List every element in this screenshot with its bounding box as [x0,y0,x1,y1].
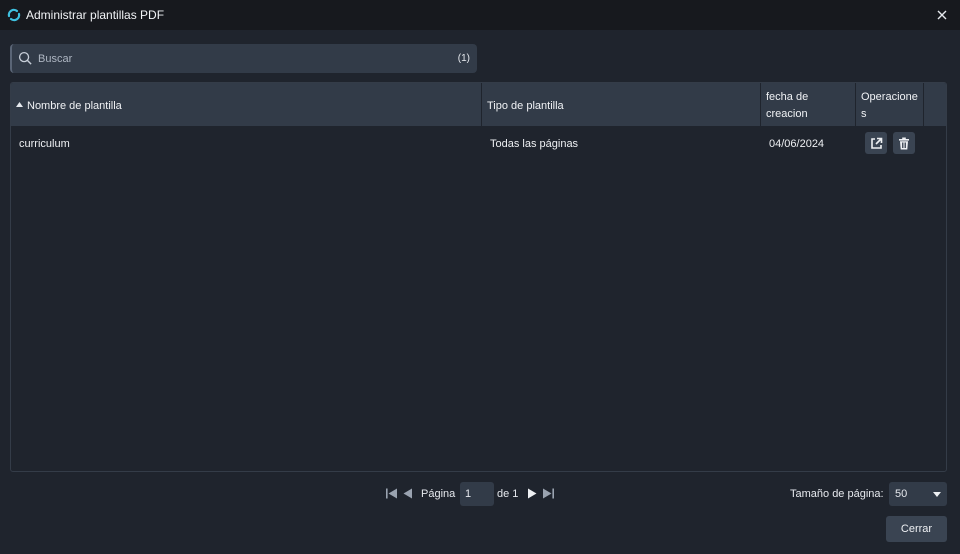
first-page-icon[interactable] [385,487,398,500]
column-header-label-line1: Operacione [861,91,918,103]
window-title: Administrar plantillas PDF [26,8,165,22]
sort-asc-icon [16,102,23,107]
cell-date: 04/06/2024 [769,126,859,160]
app-logo-icon [7,8,21,22]
column-header-type[interactable]: Tipo de plantilla [482,83,761,126]
page-size-select[interactable]: 50 [889,482,947,506]
chevron-down-icon [933,492,941,497]
result-count: (1) [457,53,470,64]
search-input[interactable] [38,44,438,73]
open-template-button[interactable] [865,132,887,154]
search-icon [18,51,32,65]
cell-type: Todas las páginas [490,126,760,160]
last-page-icon[interactable] [542,487,555,500]
column-header-name[interactable]: Nombre de plantilla [11,83,482,126]
close-icon[interactable] [934,7,950,23]
column-header-label: Tipo de plantilla [487,100,564,112]
external-link-icon [870,137,882,149]
close-button[interactable]: Cerrar [886,516,947,542]
column-header-date[interactable]: fecha de creacion [761,83,856,126]
page-number-input[interactable] [460,482,494,506]
cell-name: curriculum [19,126,479,160]
column-header-label-line2: s [861,108,867,120]
trash-icon [899,137,909,149]
search-box: (1) [10,44,477,73]
page-total-label: de 1 [497,488,519,500]
page-label: Página [421,488,456,500]
delete-template-button[interactable] [893,132,915,154]
column-header-operations: Operacione s [856,83,924,126]
column-header-label-line2: creacion [766,108,808,120]
cell-text: 04/06/2024 [769,138,825,150]
column-header-label: Nombre de plantilla [27,100,122,112]
page-size-value: 50 [895,488,908,500]
title-bar: Administrar plantillas PDF [0,0,960,30]
page-size-label: Tamaño de página: [790,488,884,500]
templates-table: Nombre de plantilla Tipo de plantilla fe… [10,82,947,472]
table-header: Nombre de plantilla Tipo de plantilla fe… [11,83,946,126]
next-page-icon[interactable] [526,487,539,500]
cell-text: curriculum [19,138,70,150]
table-row[interactable]: curriculum Todas las páginas 04/06/2024 [11,126,946,160]
column-header-label-line1: fecha de [766,91,809,103]
pagination: Página de 1 [385,482,575,506]
cell-text: Todas las páginas [490,138,579,150]
previous-page-icon[interactable] [401,487,414,500]
